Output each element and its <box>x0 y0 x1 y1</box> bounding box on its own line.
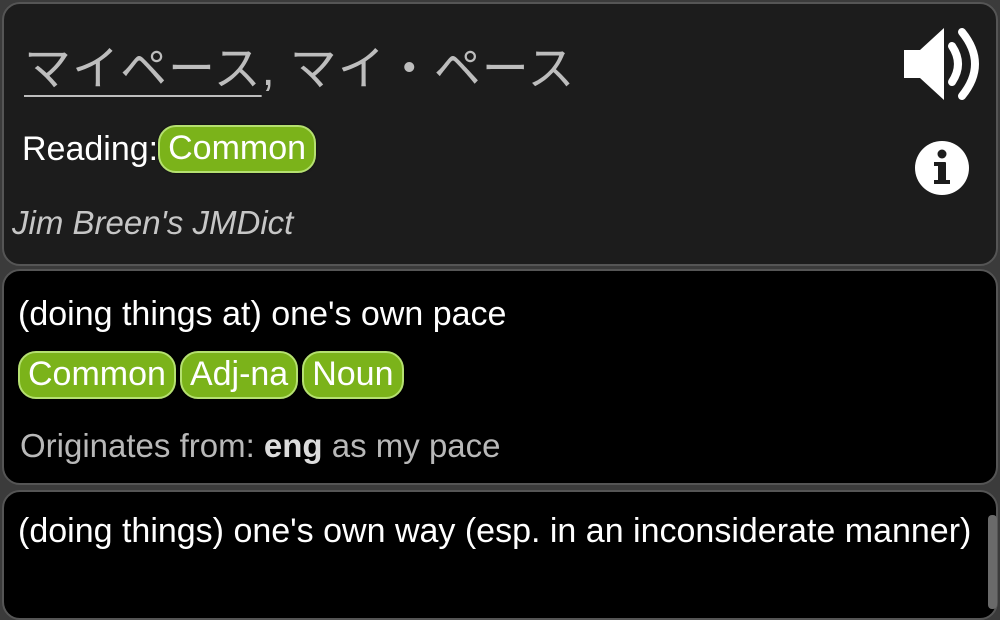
origin-word: as my pace <box>331 427 501 464</box>
tag-common: Common <box>18 351 176 399</box>
dictionary-source: Jim Breen's JMDict <box>12 204 294 241</box>
headword-separator: , <box>261 42 276 95</box>
tag-adj-na: Adj-na <box>179 351 299 399</box>
sense-tags: Common Adj-na Noun <box>18 351 408 399</box>
speaker-icon[interactable] <box>900 24 984 104</box>
origin-info: Originates from: eng as my pace <box>20 427 501 465</box>
entry-header-card: マイペース, マイ・ペース Reading: Common Jim Breen's… <box>2 2 998 266</box>
reading-label: Reading: <box>22 129 159 168</box>
sense-gloss: (doing things) one's own way (esp. in an… <box>18 512 972 550</box>
info-icon[interactable] <box>914 140 970 196</box>
sense-card-1[interactable]: (doing things at) one's own pace Common … <box>2 269 998 485</box>
sense-card-2[interactable]: (doing things) one's own way (esp. in an… <box>2 490 998 620</box>
reading-row: Reading: Common <box>22 125 320 173</box>
origin-label: Originates from: <box>20 427 255 464</box>
reading-common-tag: Common <box>158 125 317 173</box>
headword: マイペース, マイ・ペース <box>24 30 575 99</box>
headword-primary-link[interactable]: マイペース <box>24 42 262 95</box>
scrollbar[interactable] <box>988 515 997 609</box>
headword-alt: マイ・ペース <box>289 42 576 95</box>
origin-language: eng <box>263 427 323 464</box>
tag-noun: Noun <box>302 351 404 399</box>
sense-gloss: (doing things at) one's own pace <box>18 295 507 333</box>
